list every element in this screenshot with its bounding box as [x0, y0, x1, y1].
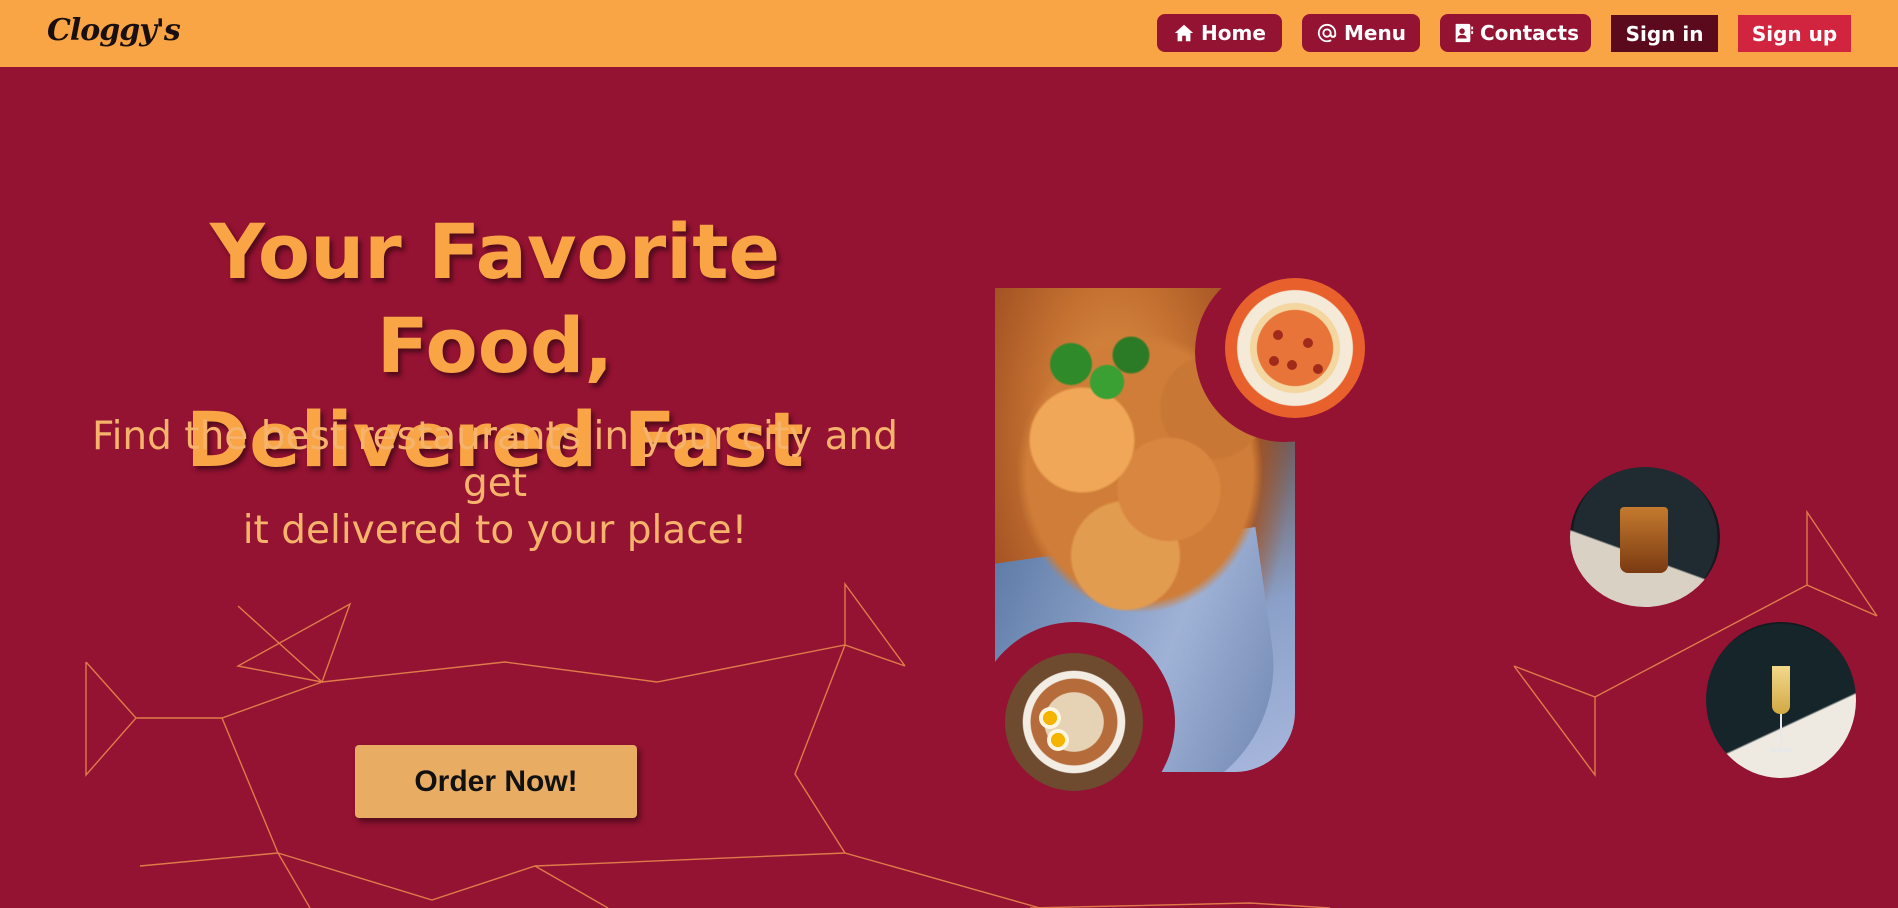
flute-stem	[1780, 714, 1782, 750]
flute-bowl	[1772, 666, 1790, 714]
menu-label: Menu	[1344, 21, 1406, 45]
pepperoni	[1303, 338, 1313, 348]
egg	[1039, 707, 1061, 729]
sign-in-button[interactable]: Sign in	[1611, 15, 1718, 52]
pepperoni	[1287, 360, 1297, 370]
menu-button[interactable]: Menu	[1302, 14, 1420, 52]
order-now-button[interactable]: Order Now!	[355, 745, 637, 818]
contacts-label: Contacts	[1479, 21, 1580, 45]
champagne-flute-image	[1706, 622, 1856, 778]
ramen-bowl-image	[1005, 653, 1143, 791]
home-icon	[1174, 24, 1194, 42]
pepperoni	[1313, 364, 1323, 374]
flute-base	[1770, 748, 1792, 752]
hero-subtitle-line-1: Find the best restaurants in your city a…	[92, 414, 898, 506]
home-button[interactable]: Home	[1157, 14, 1282, 52]
pepperoni	[1273, 330, 1283, 340]
pizza-image	[1225, 278, 1365, 418]
sign-up-button[interactable]: Sign up	[1738, 15, 1851, 52]
at-icon	[1317, 23, 1337, 43]
contact-card-icon	[1455, 23, 1474, 43]
navbar: Cloggy's Home Menu Contacts Sign in Sign…	[0, 0, 1898, 67]
home-label: Home	[1201, 21, 1266, 45]
whisky-glass	[1620, 507, 1668, 573]
hero-subtitle: Find the best restaurants in your city a…	[70, 413, 920, 554]
pepperoni	[1269, 356, 1279, 366]
egg	[1047, 729, 1069, 751]
brand-logo[interactable]: Cloggy's	[47, 13, 181, 48]
hero-title-line-1: Your Favorite Food,	[209, 207, 781, 390]
contacts-button[interactable]: Contacts	[1440, 14, 1591, 52]
whisky-glass-image	[1570, 467, 1720, 607]
herb-garnish	[1035, 328, 1155, 418]
hero-subtitle-line-2: it delivered to your place!	[242, 508, 748, 553]
